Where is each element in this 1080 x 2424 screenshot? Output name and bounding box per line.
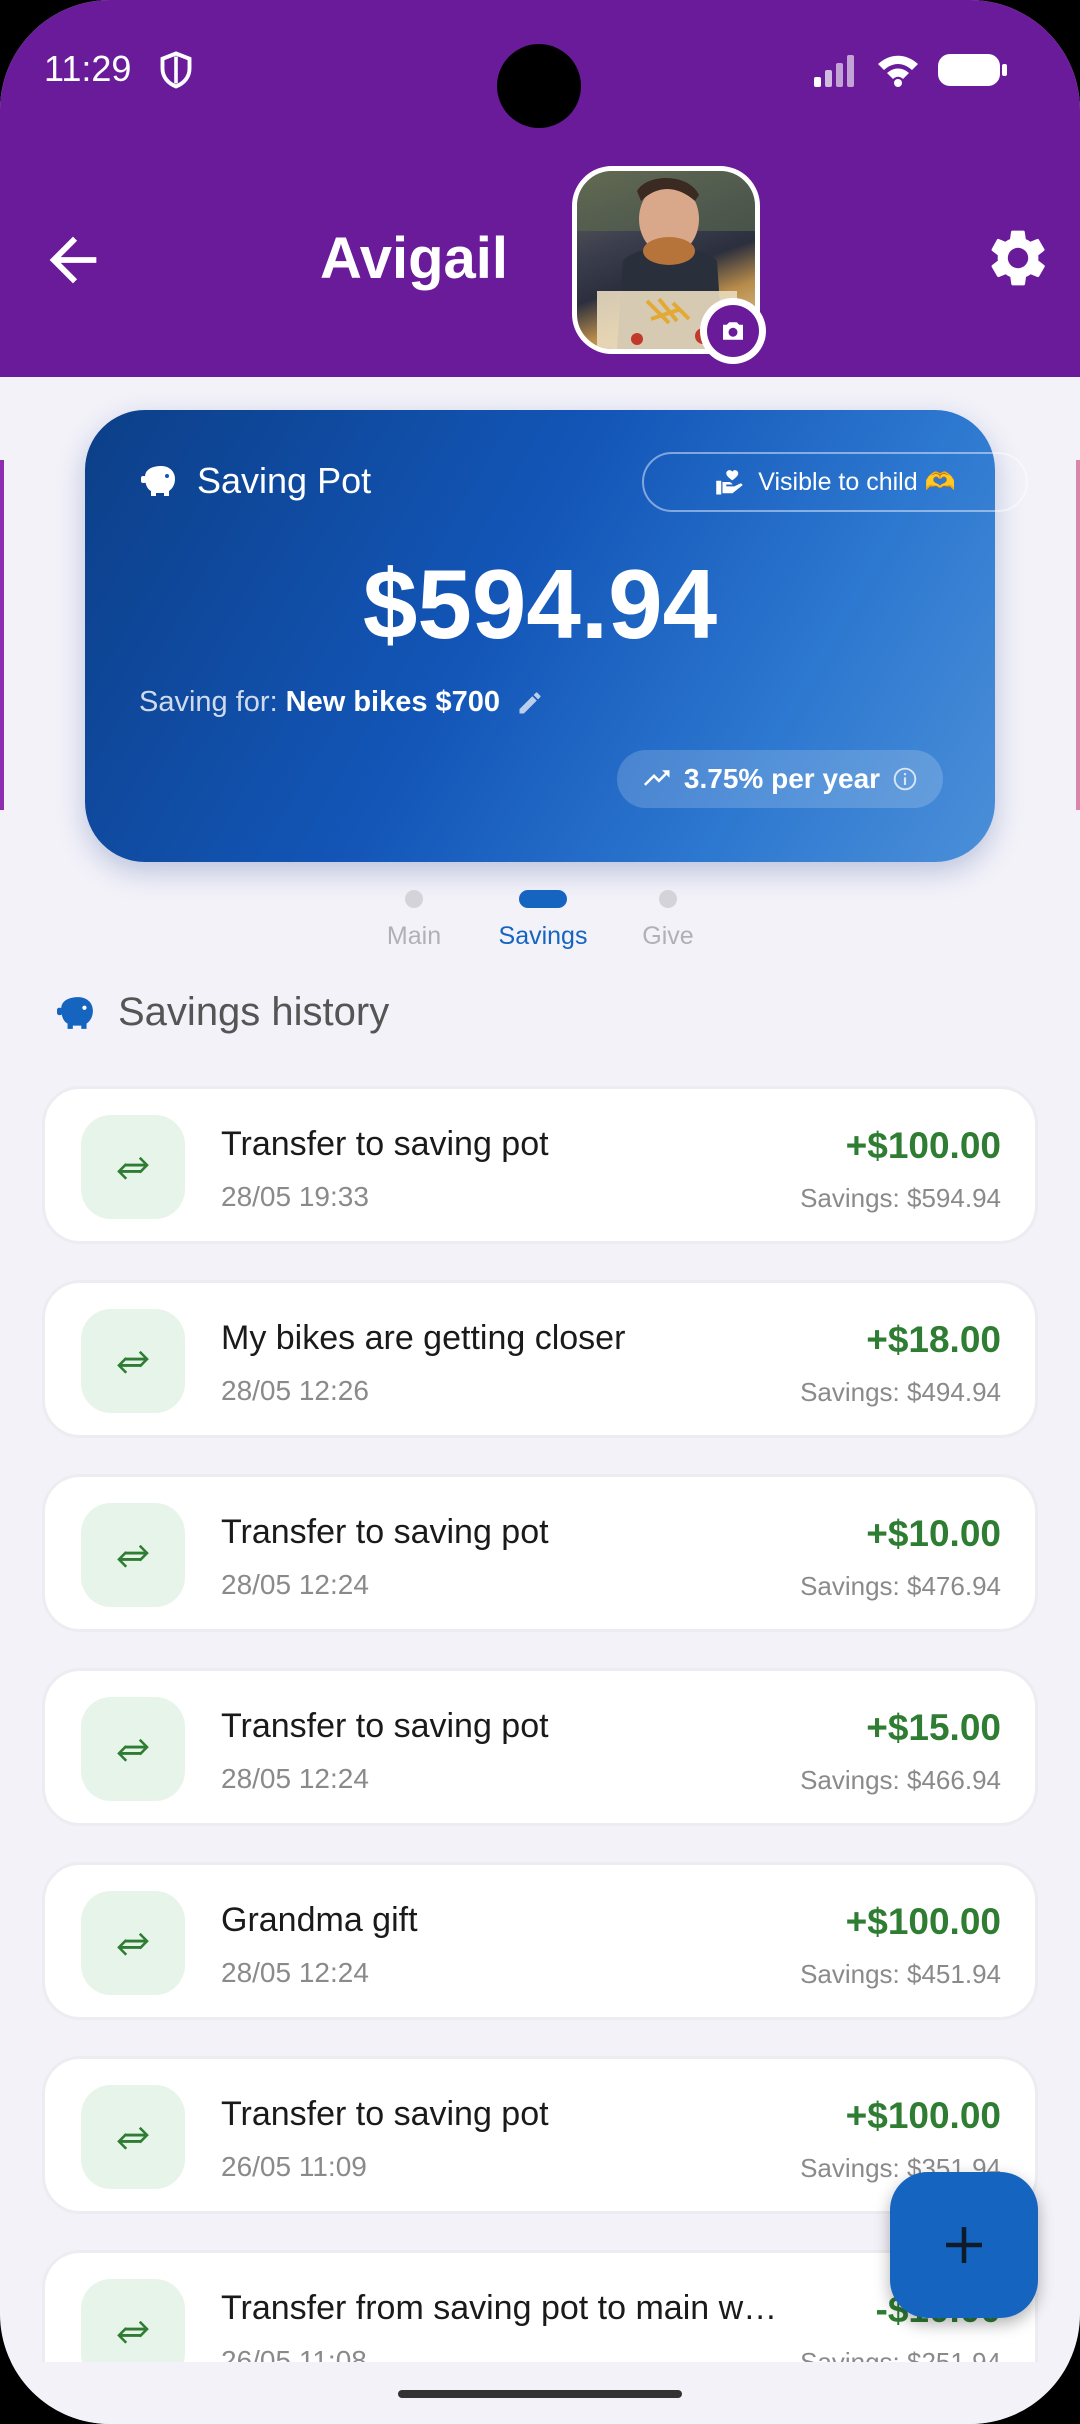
interest-rate-text: 3.75% per year [683,763,881,794]
tab-dot [519,890,567,908]
transaction-amount: +$18.00 [866,1319,1001,1360]
transaction-title: Transfer to saving pot [221,1513,549,1551]
transaction-title: Transfer to saving pot [221,1707,549,1745]
transaction-date: 28/05 12:24 [221,1957,369,1988]
section-title: Savings history [118,990,390,1034]
transaction-title: Grandma gift [221,1901,418,1939]
card-header: Saving Pot [139,460,371,502]
plus-icon [946,2227,982,2263]
status-indicators [812,52,1010,88]
transaction-title: Transfer to saving pot [221,2095,549,2133]
visibility-chip[interactable]: Visible to child 🫶 [642,452,1028,512]
transaction-title: Transfer from saving pot to main wallet [221,2289,781,2327]
back-arrow-icon[interactable] [38,225,108,295]
battery-icon [938,54,1007,86]
swap-arrows-icon [117,2126,149,2150]
edit-pencil-icon[interactable] [516,689,544,717]
transaction-title: My bikes are getting closer [221,1319,626,1357]
transaction-amount: +$10.00 [866,1513,1001,1554]
transaction-balance: Savings: $476.94 [800,1571,1001,1601]
transaction-date: 28/05 12:26 [221,1375,369,1406]
shield-icon [160,51,192,89]
transfer-icon-tile [81,1891,185,1995]
saving-pot-card[interactable]: Saving Pot Visible to child 🫶 $594.94 Sa… [85,410,1028,862]
piggy-bank-icon [57,996,93,1029]
front-camera [497,44,581,128]
page-title: Avigail [320,226,509,291]
info-icon[interactable] [892,766,918,792]
next-card-edge [1076,460,1080,810]
home-indicator[interactable] [398,2390,682,2398]
transaction-balance: Savings: $466.94 [800,1765,1001,1795]
wifi-icon [878,55,918,87]
transfer-icon-tile [81,2085,185,2189]
transaction-amount: +$100.00 [845,1901,1001,1942]
swap-arrows-icon [117,2320,149,2344]
list-item[interactable]: Transfer to saving pot 28/05 12:24 +$15.… [42,1668,1038,1826]
trending-up-icon [643,770,670,786]
swap-arrows-icon [117,1932,149,1956]
list-item[interactable]: Grandma gift 28/05 12:24 +$100.00 Saving… [42,1862,1038,2020]
tab-dot [659,890,677,908]
add-transaction-button[interactable] [890,2172,1038,2318]
signal-icon [814,55,854,87]
section-header: Savings history [54,990,389,1035]
previous-card-edge [0,460,4,810]
saving-goal[interactable]: Saving for: New bikes $700 [139,686,544,719]
list-item[interactable]: My bikes are getting closer 28/05 12:26 … [42,1280,1038,1438]
visibility-label: Visible to child 🫶 [758,467,956,496]
saving-goal-text: New bikes $700 [285,686,501,718]
transfer-icon-tile [81,1697,185,1801]
transfer-icon-tile [81,1309,185,1413]
swap-arrows-icon [117,1738,149,1762]
interest-rate-chip[interactable]: 3.75% per year [617,750,943,808]
tab-dot [405,890,423,908]
card-title: Saving Pot [197,460,372,501]
transaction-date: 26/05 11:09 [221,2151,367,2182]
list-item[interactable]: Transfer to saving pot 28/05 12:24 +$10.… [42,1474,1038,1632]
transaction-amount: +$15.00 [866,1707,1001,1748]
gear-icon[interactable] [984,224,1052,292]
transaction-date: 28/05 12:24 [221,1569,369,1600]
transaction-amount: +$100.00 [845,1125,1001,1166]
app-screen: 11:29 Avigail Saving Pot Visible to chil… [0,0,1080,2424]
list-item[interactable]: Transfer to saving pot 28/05 19:33 +$100… [42,1086,1038,1244]
transaction-balance: Savings: $594.94 [800,1183,1001,1213]
status-time: 11:29 [44,48,132,89]
transfer-icon-tile [81,1503,185,1607]
swap-arrows-icon [117,1156,149,1180]
tab-label: Give [642,922,694,950]
transaction-date: 28/05 12:24 [221,1763,369,1794]
transaction-title: Transfer to saving pot [221,1125,549,1163]
swap-arrows-icon [117,1544,149,1568]
saving-for-label: Saving for: [139,686,278,718]
transaction-balance: Savings: $494.94 [800,1377,1001,1407]
balance-amount: $594.94 [362,549,718,659]
app-header: 11:29 Avigail [0,0,1080,377]
pot-tabs: Main Savings Give [0,885,1080,985]
hand-heart-icon [716,470,743,495]
transaction-amount: +$100.00 [845,2095,1001,2136]
swap-arrows-icon [117,1350,149,1374]
transaction-balance: Savings: $451.94 [800,1959,1001,1989]
transaction-date: 28/05 19:33 [221,1181,369,1212]
tab-give[interactable]: Give [588,885,748,951]
transfer-icon-tile [81,1115,185,1219]
camera-icon [723,322,743,340]
change-photo-button[interactable] [700,298,766,364]
piggy-bank-icon [141,466,175,496]
list-item[interactable]: Transfer to saving pot 26/05 11:09 +$100… [42,2056,1038,2214]
